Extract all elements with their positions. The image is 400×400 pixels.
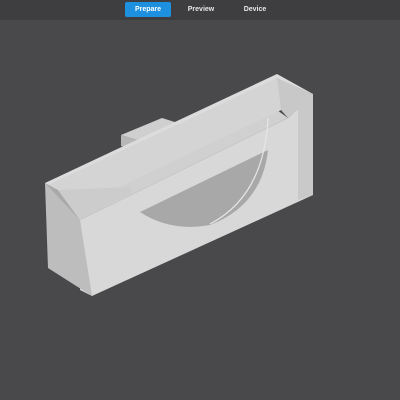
- 3d-model[interactable]: [0, 0, 400, 400]
- 3d-viewport[interactable]: [0, 20, 400, 400]
- model-right-end-face: [298, 94, 313, 200]
- app-window: Prepare Preview Device: [0, 0, 400, 400]
